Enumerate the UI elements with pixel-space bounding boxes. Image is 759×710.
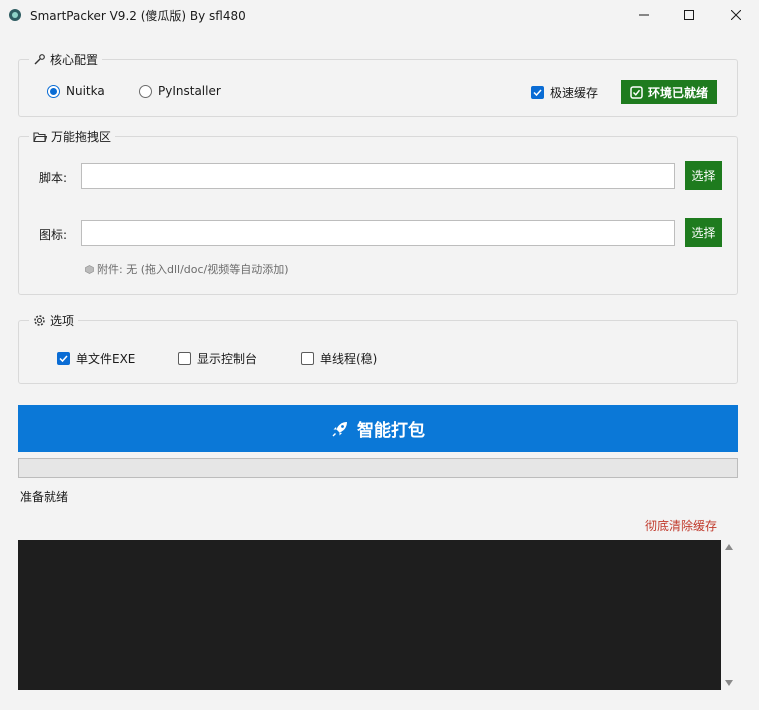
checkmark-icon bbox=[533, 89, 542, 97]
options-header: 选项 bbox=[29, 312, 79, 329]
maximize-button[interactable] bbox=[666, 0, 712, 30]
pack-button[interactable]: 智能打包 bbox=[18, 405, 738, 452]
status-text: 准备就绪 bbox=[20, 490, 69, 504]
options-title: 选项 bbox=[50, 314, 75, 328]
radio-pyinstaller-label: PyInstaller bbox=[158, 84, 221, 98]
single-file-checkbox[interactable]: 单文件EXE bbox=[57, 350, 135, 367]
clear-cache-link[interactable]: 彻底清除缓存 bbox=[645, 517, 717, 534]
radio-nuitka-label: Nuitka bbox=[66, 84, 105, 98]
show-console-checkbox[interactable]: 显示控制台 bbox=[178, 350, 257, 367]
window-title: SmartPacker V9.2 (傻瓜版) By sfl480 bbox=[30, 9, 246, 23]
core-config-group: 核心配置 Nuitka PyInstaller 极速缓存 环境已就绪 bbox=[18, 51, 738, 117]
icon-input[interactable] bbox=[81, 220, 675, 246]
icon-label: 图标: bbox=[39, 228, 68, 242]
drop-area-group: 万能拖拽区 脚本: 选择 图标: 选择 附件: 无 (拖入dll/doc/视频等… bbox=[18, 128, 738, 295]
radio-pyinstaller[interactable]: PyInstaller bbox=[139, 84, 221, 98]
core-config-header: 核心配置 bbox=[29, 51, 103, 68]
script-label: 脚本: bbox=[39, 171, 68, 185]
app-icon bbox=[9, 9, 21, 21]
rocket-icon bbox=[332, 421, 347, 436]
minimize-icon bbox=[639, 14, 649, 16]
console-scrollbar[interactable] bbox=[721, 540, 738, 690]
package-icon bbox=[85, 264, 94, 274]
fast-cache-label: 极速缓存 bbox=[550, 86, 599, 100]
wrench-icon bbox=[34, 54, 45, 65]
single-thread-label: 单线程(稳) bbox=[320, 352, 378, 366]
single-file-check bbox=[57, 352, 70, 365]
checkmark-icon bbox=[59, 355, 68, 363]
show-console-label: 显示控制台 bbox=[197, 352, 258, 366]
options-group: 选项 单文件EXE 显示控制台 单线程(稳) bbox=[18, 312, 738, 384]
env-status-label: 环境已就绪 bbox=[647, 85, 708, 100]
attachment-note: 附件: 无 (拖入dll/doc/视频等自动添加) bbox=[85, 261, 289, 277]
single-thread-check bbox=[301, 352, 314, 365]
title-bar: SmartPacker V9.2 (傻瓜版) By sfl480 bbox=[0, 0, 759, 30]
drop-area-title: 万能拖拽区 bbox=[51, 130, 112, 144]
radio-nuitka[interactable]: Nuitka bbox=[47, 84, 105, 98]
check-square-icon bbox=[630, 85, 643, 99]
drop-area-header: 万能拖拽区 bbox=[29, 128, 116, 145]
single-file-label: 单文件EXE bbox=[76, 352, 136, 366]
env-status-badge: 环境已就绪 bbox=[621, 80, 717, 104]
fast-cache-checkbox[interactable]: 极速缓存 bbox=[531, 84, 598, 101]
icon-select-button[interactable]: 选择 bbox=[685, 218, 722, 247]
minimize-button[interactable] bbox=[621, 0, 667, 30]
single-thread-checkbox[interactable]: 单线程(稳) bbox=[301, 350, 377, 367]
scroll-down-arrow-icon[interactable] bbox=[725, 680, 733, 686]
progress-bar bbox=[18, 458, 738, 478]
fast-cache-check bbox=[531, 86, 544, 99]
attachment-note-text: 附件: 无 (拖入dll/doc/视频等自动添加) bbox=[97, 263, 289, 276]
folder-open-icon bbox=[33, 131, 47, 142]
script-select-button[interactable]: 选择 bbox=[685, 161, 722, 190]
radio-pyinstaller-dot bbox=[139, 84, 152, 98]
gear-icon bbox=[34, 315, 45, 326]
radio-nuitka-dot bbox=[47, 84, 60, 98]
script-input[interactable] bbox=[81, 163, 675, 189]
core-config-title: 核心配置 bbox=[50, 53, 99, 67]
close-button[interactable] bbox=[713, 0, 759, 30]
show-console-check bbox=[178, 352, 191, 365]
console-output[interactable] bbox=[18, 540, 721, 690]
scroll-up-arrow-icon[interactable] bbox=[725, 544, 733, 550]
close-icon bbox=[731, 10, 741, 20]
pack-button-label: 智能打包 bbox=[357, 421, 425, 441]
maximize-icon bbox=[684, 10, 694, 20]
